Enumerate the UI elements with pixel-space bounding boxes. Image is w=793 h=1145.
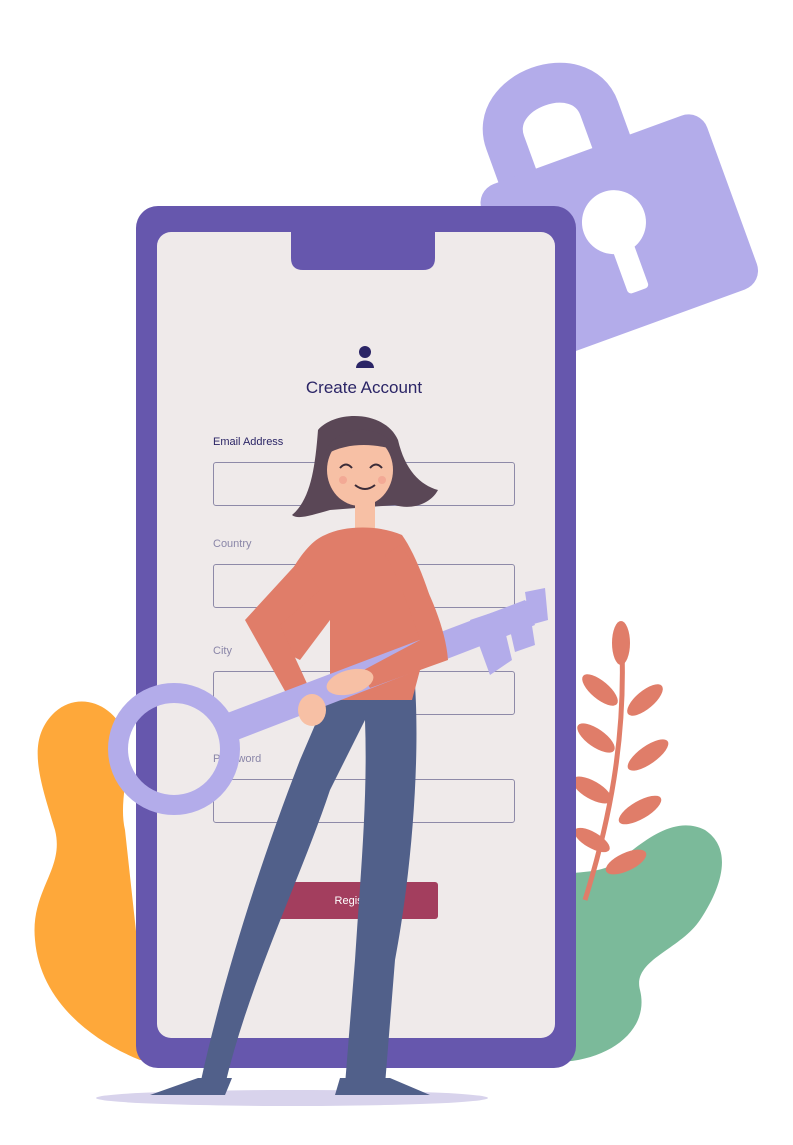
woman-with-key <box>108 416 548 1095</box>
